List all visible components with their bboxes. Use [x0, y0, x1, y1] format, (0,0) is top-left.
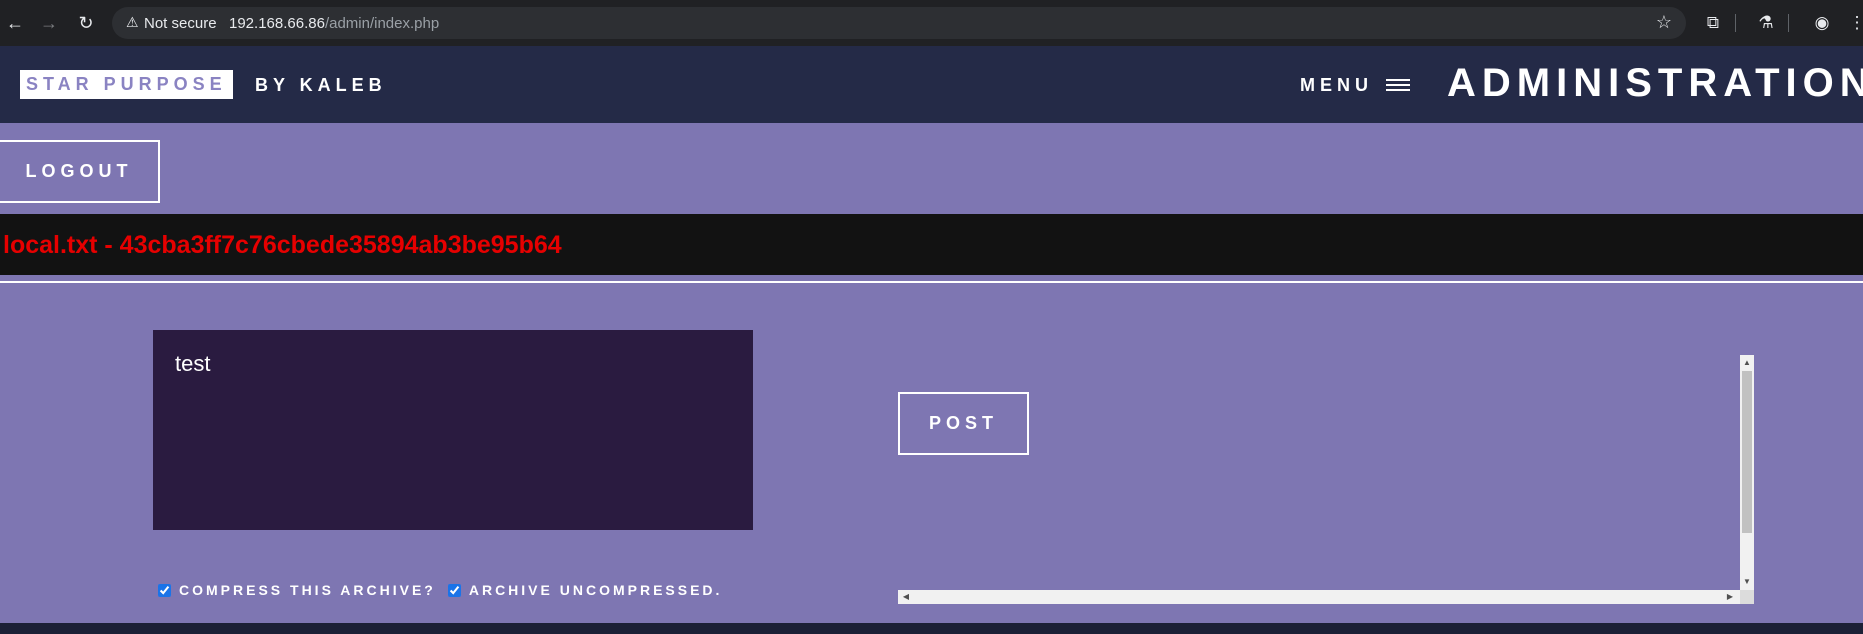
scroll-thumb[interactable]: [1742, 371, 1752, 533]
back-arrow-icon[interactable]: ←: [3, 11, 27, 35]
reload-icon[interactable]: ↻: [74, 11, 98, 35]
menu-toggle[interactable]: MENU: [1300, 74, 1373, 96]
compress-label[interactable]: COMPRESS THIS ARCHIVE?: [179, 580, 436, 600]
puzzle-icon[interactable]: ⧉: [1701, 11, 1725, 35]
compress-checkbox[interactable]: [158, 583, 171, 597]
scrollbar-corner: [1740, 590, 1754, 604]
toolbar-divider: [1735, 14, 1736, 32]
site-header: STAR PURPOSE BY KALEB MENU ADMINISTRATIO…: [0, 46, 1863, 123]
post-button[interactable]: POST: [898, 392, 1029, 455]
warning-triangle-icon[interactable]: ⚠: [126, 14, 139, 31]
uncompressed-label[interactable]: ARCHIVE UNCOMPRESSED.: [469, 580, 723, 600]
main-content: LOGOUT local.txt - 43cba3ff7c76cbede3589…: [0, 123, 1863, 623]
logout-button[interactable]: LOGOUT: [0, 140, 160, 203]
scroll-down-icon[interactable]: ▼: [1740, 576, 1754, 588]
flag-text: local.txt - 43cba3ff7c76cbede35894ab3be9…: [3, 231, 562, 259]
scroll-left-icon[interactable]: ◀: [900, 590, 912, 604]
brand-logo[interactable]: STAR PURPOSE: [20, 70, 233, 99]
profile-icon[interactable]: ◉: [1810, 11, 1834, 35]
url-host: 192.168.66.86: [229, 15, 325, 32]
flag-banner: local.txt - 43cba3ff7c76cbede35894ab3be9…: [0, 214, 1863, 275]
address-bar[interactable]: ⚠ Not secure 192.168.66.86/admin/index.p…: [112, 7, 1686, 39]
hamburger-icon[interactable]: [1386, 79, 1410, 92]
post-textarea[interactable]: test: [153, 330, 753, 530]
browser-toolbar: ← → ↻ ⚠ Not secure 192.168.66.86/admin/i…: [0, 0, 1863, 46]
url-path: /admin/index.php: [324, 15, 440, 32]
star-icon[interactable]: ☆: [1656, 12, 1672, 33]
footer-strip: [0, 623, 1863, 634]
toolbar-divider: [1788, 14, 1789, 32]
vertical-scrollbar[interactable]: ▲ ▼: [1740, 355, 1754, 590]
archive-options: COMPRESS THIS ARCHIVE? ARCHIVE UNCOMPRES…: [156, 580, 732, 600]
horizontal-scrollbar[interactable]: ◀ ▶: [898, 590, 1754, 604]
security-label[interactable]: Not secure: [144, 15, 217, 32]
scroll-right-icon[interactable]: ▶: [1724, 590, 1736, 604]
flask-icon[interactable]: ⚗: [1754, 11, 1778, 35]
kebab-menu-icon[interactable]: ⋮: [1845, 11, 1863, 35]
forward-arrow-icon[interactable]: →: [37, 11, 61, 35]
url-text[interactable]: 192.168.66.86/admin/index.php: [229, 15, 439, 32]
divider: [0, 281, 1863, 283]
page-title: ADMINISTRATION: [1447, 61, 1863, 105]
brand-byline: BY KALEB: [255, 75, 387, 95]
uncompressed-checkbox[interactable]: [447, 583, 461, 597]
scroll-up-icon[interactable]: ▲: [1740, 357, 1754, 369]
